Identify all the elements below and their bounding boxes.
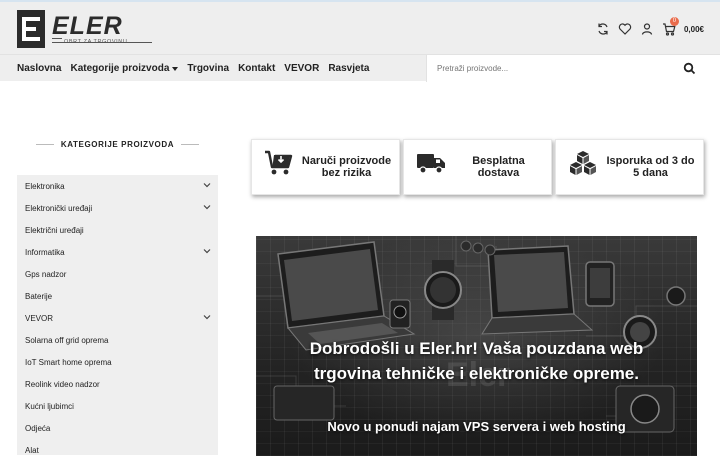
feature-box-free-shipping: Besplatna dostava [403, 139, 552, 195]
sidebar-item-elektricni-uredaji[interactable]: Električni uređaji [17, 219, 218, 241]
nav-item-vevor[interactable]: VEVOR [284, 63, 319, 74]
truck-icon [417, 154, 445, 174]
sidebar-item-label: Odjeća [25, 423, 51, 433]
laptop-left-graphic [277, 241, 416, 351]
sidebar-item-label: Reolink video nadzor [25, 379, 100, 389]
sidebar-item-iot-smart-home[interactable]: IoT Smart home oprema [17, 351, 218, 373]
nav-label: VEVOR [284, 63, 320, 74]
chevron-down-icon[interactable] [203, 247, 211, 255]
logo-mark[interactable] [17, 10, 45, 48]
chevron-down-icon [172, 66, 179, 71]
sidebar-item-kucni-ljubimci[interactable]: Kućni ljubimci [17, 395, 218, 417]
logo-underline [52, 42, 152, 43]
logo-underline-left [52, 38, 62, 39]
sidebar-item-vevor[interactable]: VEVOR [17, 307, 218, 329]
sidebar-item-alat[interactable]: Alat [17, 439, 218, 461]
nav-item-rasvjeta[interactable]: Rasvjeta [328, 63, 369, 74]
nav-item-trgovina[interactable]: Trgovina [187, 63, 229, 74]
feature-text: Naruči proizvode bez rizika [301, 155, 392, 179]
chevron-down-icon[interactable] [203, 181, 211, 189]
sidebar-item-odjeca[interactable]: Odjeća [17, 417, 218, 439]
feature-text: Besplatna dostava [472, 155, 525, 179]
sidebar-item-label: Alat [25, 445, 39, 455]
cart-icon[interactable]: 0 [662, 17, 679, 36]
feature-box-risk-free: Naruči proizvode bez rizika [251, 139, 400, 195]
account-icon[interactable] [640, 22, 654, 36]
feature-box-delivery-time: Isporuka od 3 do 5 dana [555, 139, 704, 195]
main-navigation-bar: Naslovna Kategorije proizvoda Trgovina K… [0, 54, 720, 82]
compare-icon[interactable] [596, 22, 610, 36]
chevron-down-icon[interactable] [203, 203, 211, 211]
wishlist-icon[interactable] [618, 22, 632, 36]
search-bar [426, 55, 720, 82]
header-icons: 0 0,00€ [596, 17, 704, 36]
main-nav: Naslovna Kategorije proizvoda Trgovina K… [17, 55, 369, 82]
cart-total[interactable]: 0,00€ [684, 25, 704, 34]
sidebar-item-gps-nadzor[interactable]: Gps nadzor [17, 263, 218, 285]
laptop-right-graphic [481, 245, 594, 335]
hero-banner[interactable]: Eler Dobrodošli u Eler.hr! Vaša pouzdana… [256, 236, 697, 456]
sidebar-item-baterije[interactable]: Baterije [17, 285, 218, 307]
nav-label: Kontakt [238, 63, 276, 74]
sidebar-item-label: Informatika [25, 247, 65, 257]
sidebar-item-informatika[interactable]: Informatika [17, 241, 218, 263]
cart-download-icon [265, 150, 293, 175]
nav-label: Naslovna [17, 63, 62, 74]
brand-name[interactable]: ELER [52, 12, 123, 40]
nav-label: Rasvjeta [328, 63, 370, 74]
nav-label: Kategorije proizvoda [70, 63, 170, 74]
feature-boxes: Naruči proizvode bez rizika Besplatna do… [251, 139, 704, 195]
hero-subtitle: Novo u ponudi najam VPS servera i web ho… [327, 419, 626, 434]
sidebar-item-label: Električni uređaji [25, 225, 84, 235]
feature-text: Isporuka od 3 do 5 dana [606, 155, 695, 179]
nav-item-kontakt[interactable]: Kontakt [238, 63, 275, 74]
sidebar-item-label: IoT Smart home oprema [25, 357, 112, 367]
sidebar-item-elektronicki-uredaji[interactable]: Elektronički uređaji [17, 197, 218, 219]
sidebar-title: KATEGORIJE PROIZVODA [17, 136, 218, 152]
sidebar-item-solarna[interactable]: Solarna off grid oprema [17, 329, 218, 351]
chevron-down-icon[interactable] [203, 313, 211, 321]
sidebar-item-label: VEVOR [25, 313, 54, 323]
sidebar-item-label: Solarna off grid oprema [25, 335, 109, 345]
hero-title: Dobrodošli u Eler.hr! Vaša pouzdana web … [309, 339, 644, 383]
search-input[interactable] [437, 61, 677, 76]
sidebar-item-label: Baterije [25, 291, 53, 301]
sidebar-item-label: Elektronički uređaji [25, 203, 93, 213]
category-list: Elektronika Elektronički uređaji Elektri… [17, 175, 218, 455]
top-header: ELER OBRT ZA TRGOVINU 0 0,00€ [0, 0, 720, 54]
search-icon[interactable] [683, 62, 696, 75]
sidebar-item-reolink[interactable]: Reolink video nadzor [17, 373, 218, 395]
boxes-icon [570, 151, 596, 175]
sidebar-item-label: Gps nadzor [25, 269, 67, 279]
sidebar-item-label: Elektronika [25, 181, 65, 191]
nav-item-kategorije[interactable]: Kategorije proizvoda [70, 63, 179, 74]
nav-label: Trgovina [187, 63, 230, 74]
nav-item-naslovna[interactable]: Naslovna [17, 63, 61, 74]
cart-count-badge: 0 [669, 17, 679, 26]
sidebar-item-label: Kućni ljubimci [25, 401, 74, 411]
smartwatch-graphic [424, 260, 462, 320]
sidebar-item-elektronika[interactable]: Elektronika [17, 175, 218, 197]
